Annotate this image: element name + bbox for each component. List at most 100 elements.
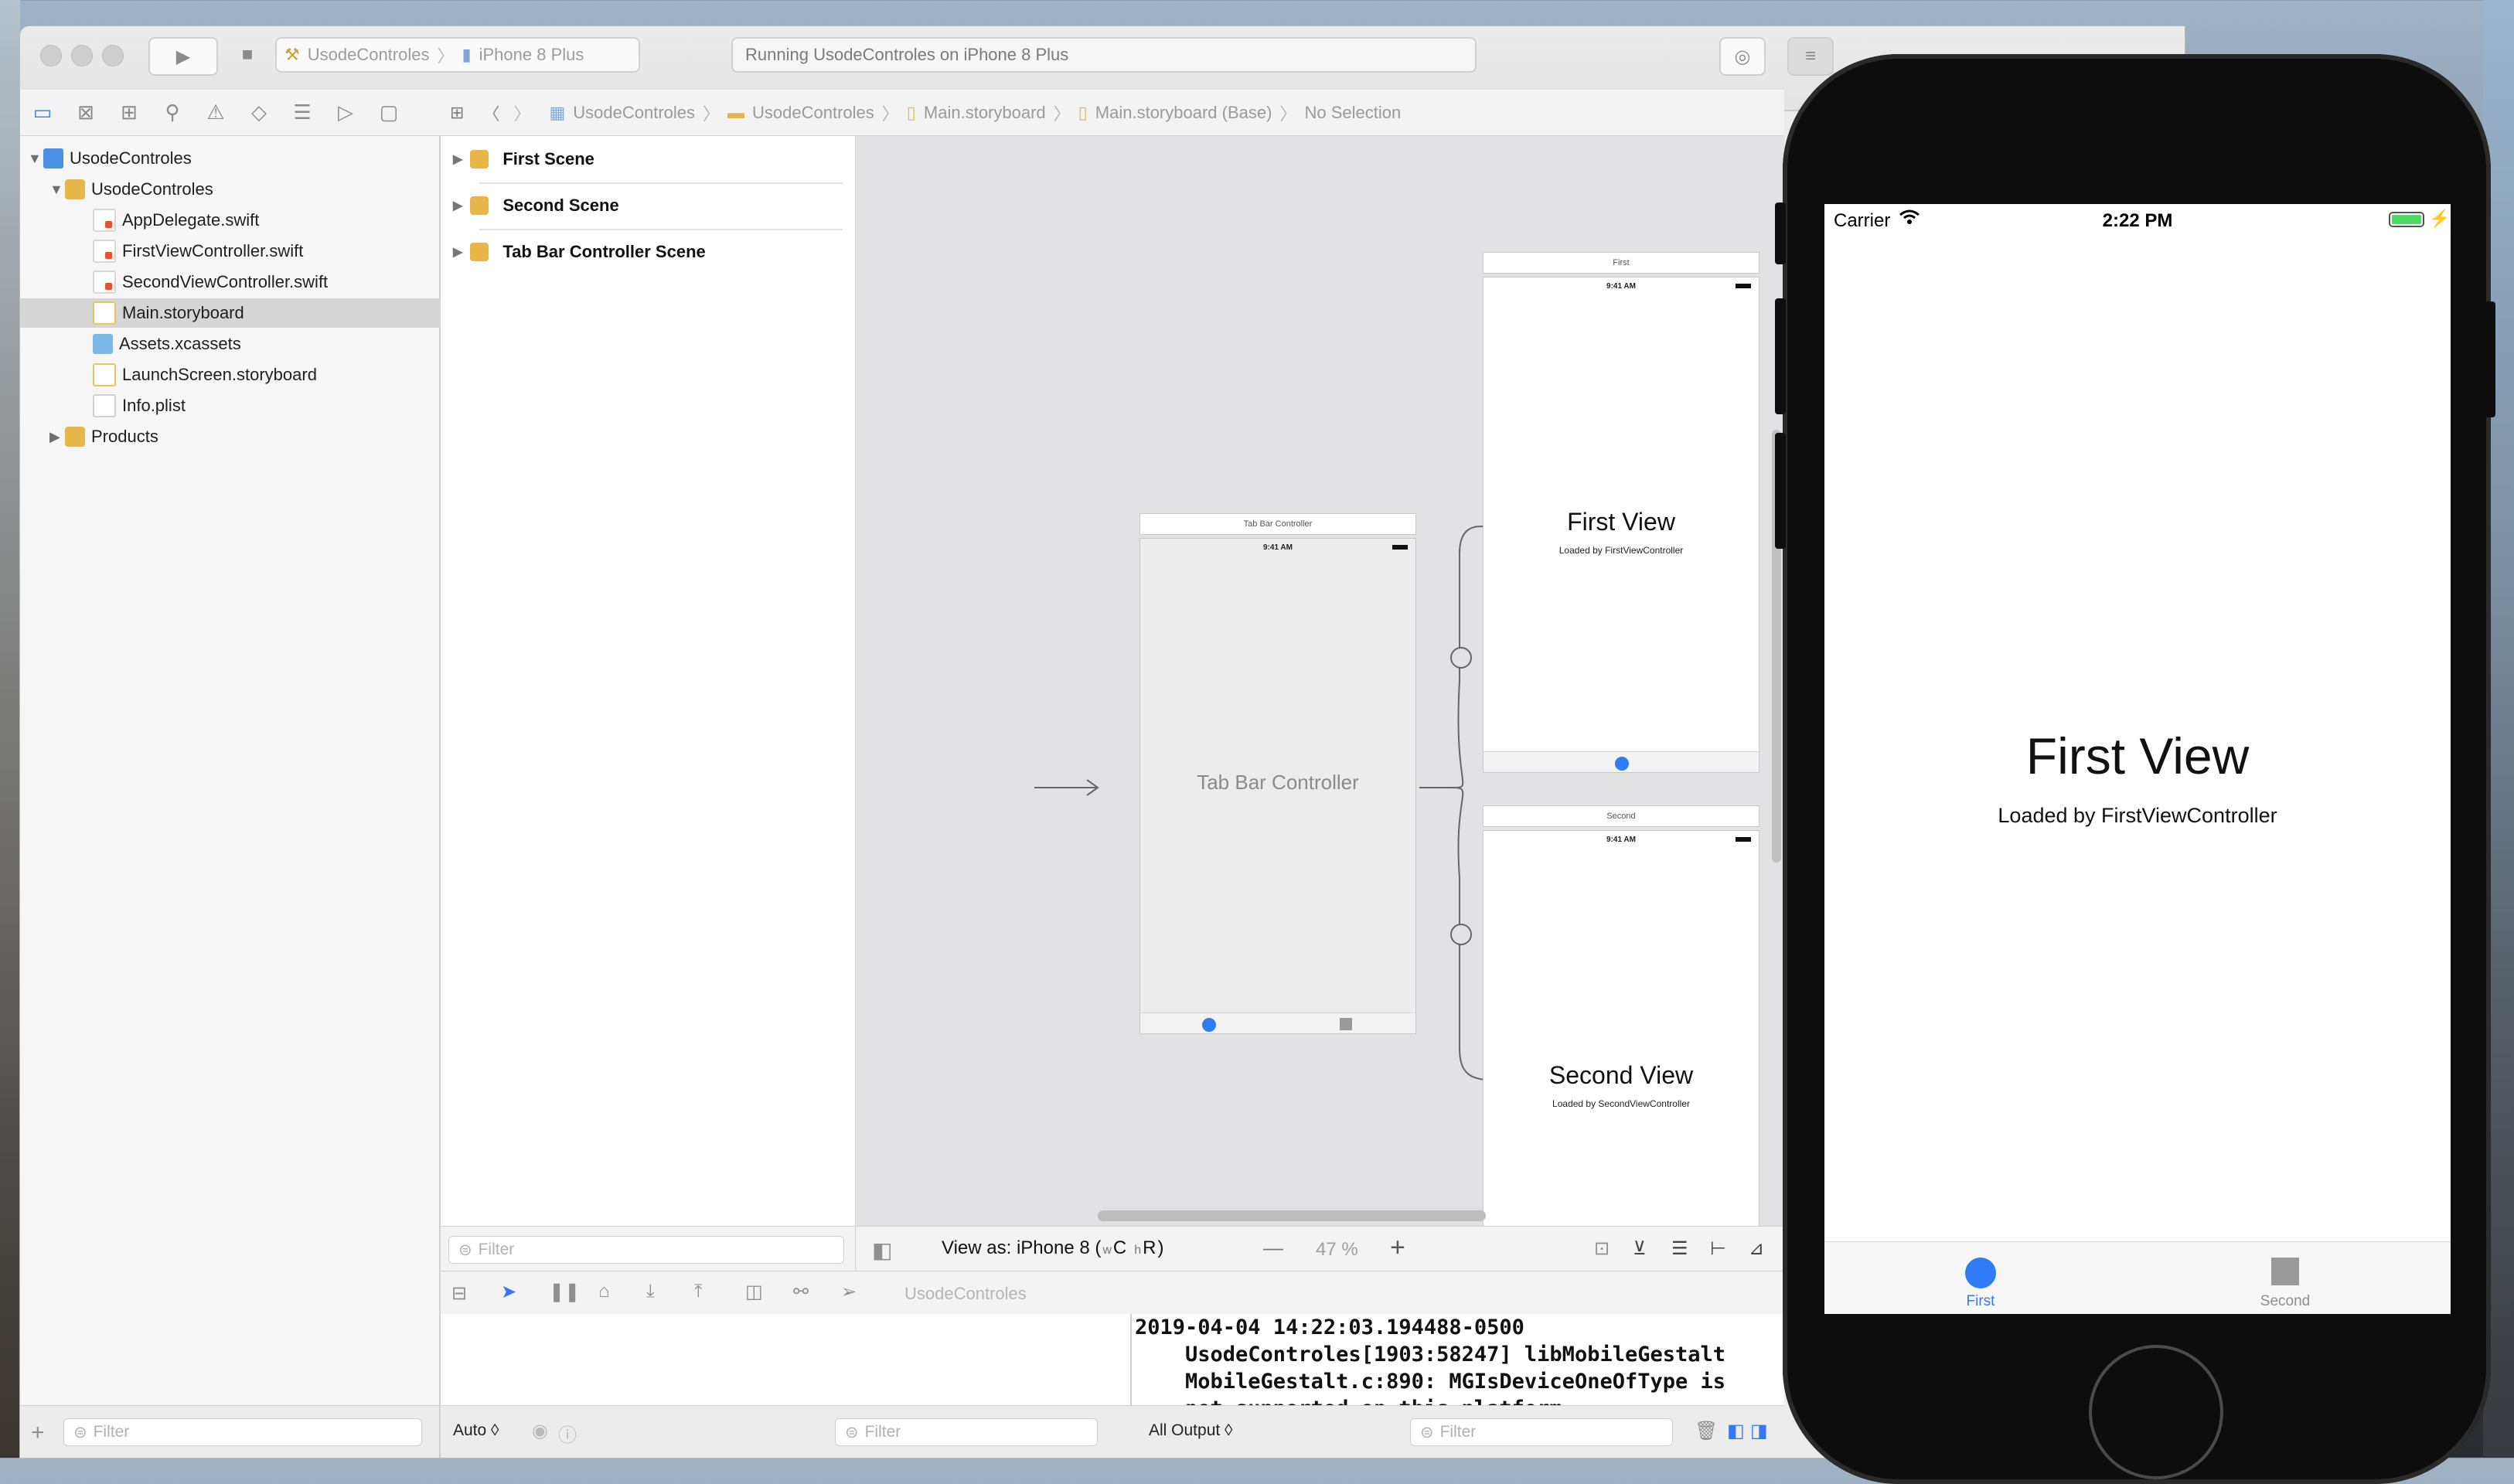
close-window-button[interactable]: [40, 45, 62, 66]
step-out-icon[interactable]: ⤒: [694, 1281, 703, 1302]
breakpoints-active-icon[interactable]: ➤: [501, 1281, 516, 1303]
symbol-navigator-tab[interactable]: ⊞: [114, 98, 144, 128]
add-icon[interactable]: +: [31, 1420, 45, 1446]
navigator-item[interactable]: ▼ UsodeControles: [20, 175, 467, 204]
navigator-item[interactable]: ▶ Products: [20, 422, 467, 451]
navigator-item-label: UsodeControles: [70, 148, 192, 168]
outline-scene-row[interactable]: ▶ Tab Bar Controller Scene: [453, 237, 840, 267]
variables-scope-select[interactable]: Auto ◊: [453, 1421, 499, 1440]
breadcrumb-item[interactable]: Main.storyboard (Base): [1095, 103, 1272, 123]
scheme-device-label: iPhone 8 Plus: [479, 45, 584, 64]
zoom-in-button[interactable]: +: [1390, 1233, 1405, 1263]
breadcrumb-item[interactable]: UsodeControles: [573, 103, 695, 123]
storyboard-canvas[interactable]: Tab Bar Controller 9:41 AM Tab Bar Contr…: [857, 136, 1784, 1233]
update-frames-icon[interactable]: ⊡: [1594, 1237, 1610, 1260]
tab-bar-scene-title[interactable]: Tab Bar Controller: [1139, 513, 1416, 535]
lines-icon: ≡: [1804, 46, 1816, 66]
find-navigator-tab[interactable]: ⚲: [158, 98, 187, 128]
debug-navigator-tab[interactable]: ☰: [288, 98, 317, 128]
breadcrumb-item[interactable]: UsodeControles: [752, 103, 874, 123]
console-filter-input[interactable]: ⊜ Filter: [1410, 1418, 1673, 1446]
trash-icon[interactable]: 🗑: [1695, 1420, 1718, 1442]
hide-debug-area-icon[interactable]: ⊟: [451, 1282, 467, 1305]
standard-editor-button[interactable]: ≡: [1787, 37, 1834, 76]
filter-placeholder: Filter: [478, 1241, 515, 1258]
divider: [479, 182, 843, 184]
zoom-out-button[interactable]: —: [1263, 1236, 1283, 1260]
second-scene[interactable]: 9:41 AM Second View Loaded by SecondView…: [1483, 830, 1759, 1233]
first-scene-title[interactable]: First: [1483, 252, 1759, 274]
outline-scene-row[interactable]: ▶ First Scene: [453, 144, 840, 175]
report-navigator-tab[interactable]: ▢: [374, 98, 404, 128]
related-items-icon[interactable]: ⊞: [450, 103, 464, 123]
breadcrumb-item[interactable]: Main.storyboard: [924, 103, 1046, 123]
stop-button[interactable]: ■: [226, 37, 269, 73]
test-navigator-tab[interactable]: ◇: [244, 98, 274, 128]
issue-navigator-tab[interactable]: ⚠: [201, 98, 230, 128]
simulator-screen[interactable]: Carrier 2:22 PM ⚡ First View Loaded by F…: [1824, 204, 2451, 1314]
tab-bar-controller-scene[interactable]: 9:41 AM Tab Bar Controller: [1139, 538, 1416, 1034]
first-tab-icon: [1202, 1018, 1216, 1032]
tab-first[interactable]: First: [1942, 1251, 2019, 1313]
source-control-tab[interactable]: ⊠: [71, 98, 100, 128]
back-arrow-icon[interactable]: 〈: [482, 100, 499, 125]
console-output-select[interactable]: All Output ◊: [1149, 1421, 1232, 1440]
canvas-horizontal-scrollbar[interactable]: [1098, 1210, 1486, 1221]
activity-status-text: Running UsodeControles on iPhone 8 Plus: [745, 45, 1069, 64]
step-into-icon[interactable]: ⤓: [646, 1281, 655, 1302]
view-debugger-icon[interactable]: ◫: [745, 1281, 763, 1303]
first-view-subtitle: Loaded by FirstViewController: [1558, 545, 1684, 556]
project-navigator-tab[interactable]: ▭: [28, 98, 57, 128]
tab-bar: First Second: [1824, 1241, 2451, 1314]
memory-graph-icon[interactable]: ⚯: [793, 1281, 809, 1303]
run-button[interactable]: ▶: [148, 37, 218, 76]
tab-second[interactable]: Second: [2247, 1251, 2324, 1313]
navigator-item[interactable]: SecondViewController.swift: [20, 267, 510, 297]
console-output[interactable]: 2019-04-04 14:22:03.194488-0500 UsodeCon…: [1132, 1314, 1784, 1421]
breadcrumb-item[interactable]: No Selection: [1304, 103, 1401, 123]
home-button[interactable]: [2089, 1345, 2223, 1479]
second-scene-title[interactable]: Second: [1483, 805, 1759, 827]
zoom-window-button[interactable]: [102, 45, 124, 66]
navigator-item-selected[interactable]: Main.storyboard: [20, 298, 510, 328]
forward-arrow-icon[interactable]: 〉: [513, 100, 530, 125]
breakpoint-navigator-tab[interactable]: ▷: [331, 98, 360, 128]
info-icon[interactable]: ⓘ: [558, 1420, 577, 1447]
asset-catalog-icon: [93, 334, 113, 354]
navigator-item[interactable]: LaunchScreen.storyboard: [20, 360, 510, 390]
second-tab-square-icon: [2271, 1258, 2299, 1285]
split-left-icon[interactable]: ◧: [1727, 1420, 1745, 1442]
add-constraints-icon[interactable]: ⊢: [1710, 1237, 1726, 1260]
storyboard-file-icon: ▯: [906, 102, 916, 122]
outline-filter-input[interactable]: ⊜ Filter: [448, 1236, 844, 1264]
canvas-footer: ◧ View as: iPhone 8 ( w C h R ) — 47 % +…: [857, 1226, 1784, 1271]
location-icon[interactable]: ➢: [841, 1281, 857, 1303]
navigator-item[interactable]: Assets.xcassets: [20, 329, 510, 359]
first-scene[interactable]: 9:41 AM First View Loaded by FirstViewCo…: [1483, 277, 1759, 773]
navigator-item[interactable]: FirstViewController.swift: [20, 237, 510, 266]
split-right-icon[interactable]: ◨: [1750, 1420, 1768, 1442]
pause-icon[interactable]: ❚❚: [549, 1281, 580, 1303]
volume-down-button: [1775, 433, 1786, 549]
first-tab-icon: [1615, 757, 1629, 771]
navigator-item[interactable]: AppDelegate.swift: [20, 206, 510, 235]
outline-scene-label: Tab Bar Controller Scene: [502, 242, 706, 261]
breakpoints-toggle-button[interactable]: ◎: [1719, 37, 1766, 76]
embed-in-icon[interactable]: ⊻: [1633, 1237, 1647, 1260]
view-as-device-button[interactable]: View as: iPhone 8 ( w C h R ): [942, 1237, 1164, 1259]
plist-file-icon: [93, 394, 116, 417]
resolve-auto-layout-icon[interactable]: ⊿: [1749, 1237, 1764, 1260]
eye-icon[interactable]: ◉: [532, 1420, 548, 1442]
minimize-window-button[interactable]: [71, 45, 93, 66]
outline-scene-row[interactable]: ▶ Second Scene: [453, 190, 840, 221]
scheme-selector[interactable]: ⚒ UsodeControles 〉 ▮ iPhone 8 Plus: [275, 37, 640, 73]
align-icon[interactable]: ☰: [1671, 1237, 1688, 1260]
project-navigator: ▼ UsodeControles ▼ UsodeControles AppDel…: [20, 136, 510, 1405]
variables-filter-input[interactable]: ⊜ Filter: [835, 1418, 1098, 1446]
filter-icon: ⊜: [845, 1423, 859, 1441]
step-over-icon[interactable]: ⌂: [598, 1281, 610, 1302]
navigator-item[interactable]: Info.plist: [20, 391, 510, 420]
document-outline-toggle-icon[interactable]: ◧: [872, 1237, 892, 1263]
navigator-filter-input[interactable]: ⊜ Filter: [63, 1418, 422, 1446]
navigator-item[interactable]: ▼ UsodeControles: [20, 144, 445, 173]
